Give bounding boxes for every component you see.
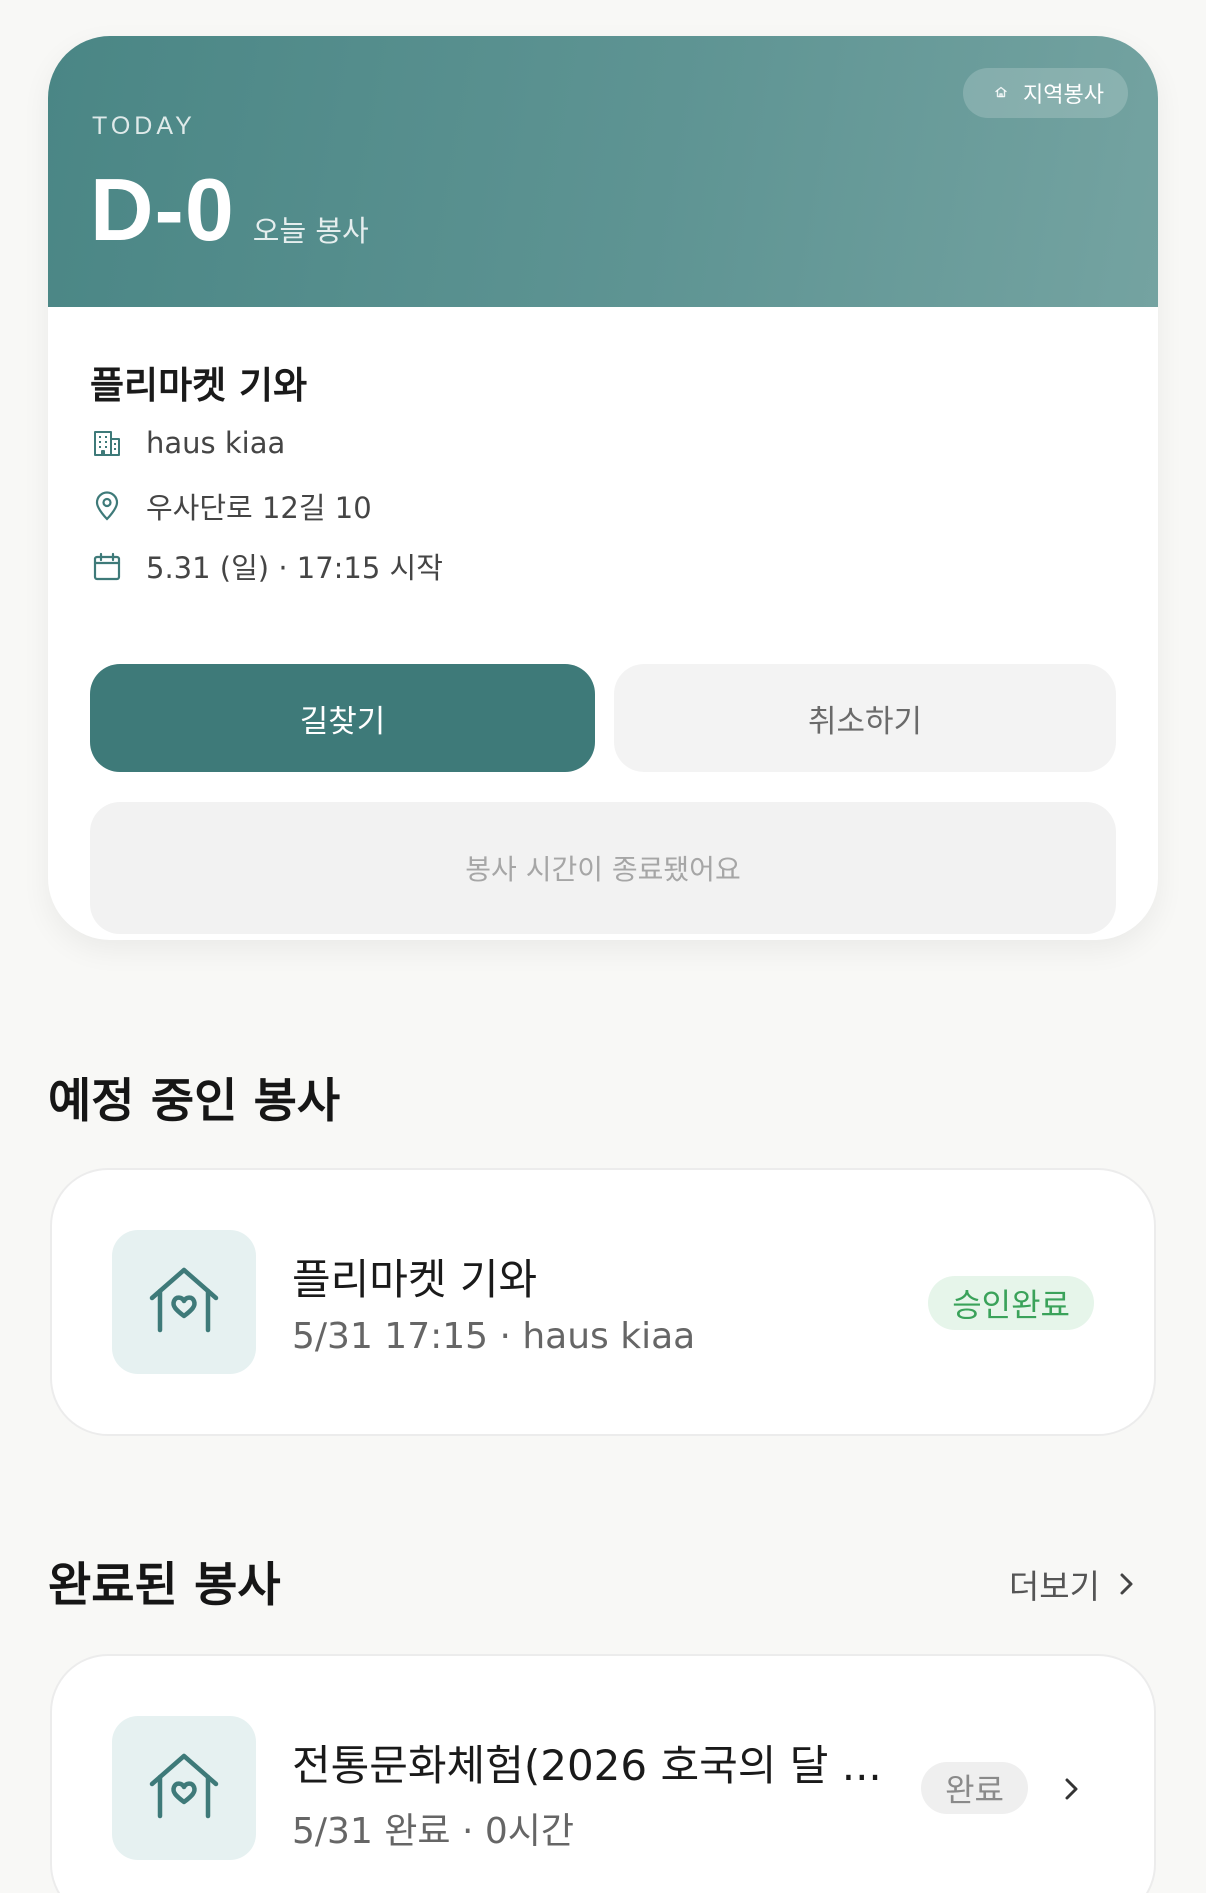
chevron-right-icon: [1114, 1565, 1138, 1604]
completed-volunteer-card[interactable]: 전통문화체험(2026 호국의 달 ... 5/31 완료 · 0시간 완료: [50, 1654, 1156, 1893]
upcoming-section-title: 예정 중인 봉사: [48, 1074, 341, 1129]
event-address: 우사단로 12길 10: [146, 491, 372, 525]
chevron-right-icon[interactable]: [1056, 1774, 1086, 1804]
today-volunteer-card: TODAY D-0 오늘 봉사 지역봉사 플리마켓 기와 haus kiaa 우…: [48, 36, 1158, 940]
today-hero-banner: TODAY D-0 오늘 봉사 지역봉사: [48, 36, 1158, 307]
upcoming-volunteer-card[interactable]: 플리마켓 기와 5/31 17:15 · haus kiaa 승인완료: [50, 1168, 1156, 1436]
upcoming-item-subtitle: 5/31 17:15 · haus kiaa: [292, 1316, 696, 1357]
directions-button[interactable]: 길찾기: [90, 664, 595, 772]
session-ended-button: 봉사 시간이 종료됐어요: [90, 802, 1116, 934]
cancel-button[interactable]: 취소하기: [614, 664, 1116, 772]
category-badge: 지역봉사: [963, 68, 1128, 118]
category-badge-label: 지역봉사: [1023, 83, 1104, 108]
upcoming-item-title: 플리마켓 기와: [292, 1255, 538, 1304]
dday-counter: D-0: [90, 160, 235, 259]
status-badge-approved: 승인완료: [928, 1276, 1094, 1330]
volunteer-thumbnail: [112, 1230, 256, 1374]
event-datetime: 5.31 (일) · 17:15 시작: [146, 551, 443, 585]
completed-item-title: 전통문화체험(2026 호국의 달 ...: [292, 1741, 882, 1790]
dday-caption: 오늘 봉사: [252, 214, 369, 248]
completed-item-subtitle: 5/31 완료 · 0시간: [292, 1811, 574, 1852]
see-more-label: 더보기: [1008, 1567, 1100, 1606]
house-heart-icon: [144, 1746, 224, 1830]
today-eyebrow: TODAY: [92, 112, 196, 140]
volunteer-thumbnail: [112, 1716, 256, 1860]
building-icon: [90, 426, 124, 460]
calendar-icon: [90, 549, 124, 583]
see-more-link[interactable]: 더보기: [1009, 1560, 1138, 1608]
event-organization: haus kiaa: [146, 426, 286, 460]
event-address-row: 우사단로 12길 10: [90, 485, 372, 527]
status-badge-completed: 완료: [921, 1762, 1028, 1814]
location-pin-icon: [90, 489, 124, 523]
event-organization-row: haus kiaa: [90, 426, 285, 460]
completed-section-title: 완료된 봉사: [48, 1558, 281, 1613]
event-datetime-row: 5.31 (일) · 17:15 시작: [90, 545, 443, 587]
volunteer-home-page: TODAY D-0 오늘 봉사 지역봉사 플리마켓 기와 haus kiaa 우…: [0, 0, 1206, 1893]
dday-row: D-0 오늘 봉사: [90, 166, 369, 254]
house-heart-icon: [144, 1260, 224, 1344]
house-icon: [993, 81, 1009, 106]
event-title: 플리마켓 기와: [90, 364, 308, 407]
